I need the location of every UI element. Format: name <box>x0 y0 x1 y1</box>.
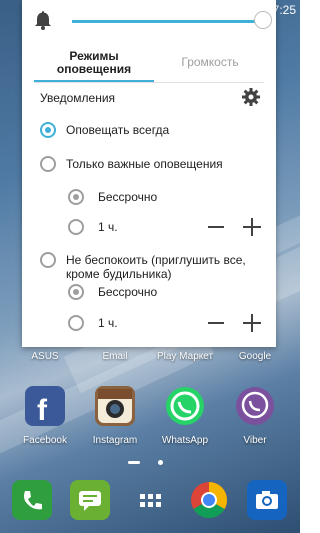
home-app-label-play[interactable]: Play Маркет <box>150 351 220 362</box>
sound-mode-panel: Режимы оповещения Громкость Уведомления … <box>22 0 276 347</box>
option-always-notify[interactable]: Оповещать всегда <box>66 123 169 137</box>
radio-priority-1h[interactable] <box>68 219 84 235</box>
camera-icon[interactable] <box>247 480 287 520</box>
option-priority-1h[interactable]: 1 ч. <box>98 220 118 234</box>
radio-priority-indefinitely[interactable] <box>68 189 84 205</box>
facebook-icon[interactable]: f <box>25 386 65 427</box>
volume-slider-track[interactable] <box>72 20 262 23</box>
priority-increase-button[interactable] <box>243 218 261 236</box>
chrome-icon[interactable] <box>189 480 229 520</box>
dnd-decrease-button[interactable] <box>208 322 224 324</box>
messages-icon[interactable] <box>70 480 110 520</box>
page-indicator-dot <box>158 460 163 465</box>
svg-text:f: f <box>37 394 48 426</box>
priority-decrease-button[interactable] <box>208 226 224 228</box>
home-app-label-email[interactable]: Email <box>80 351 150 362</box>
radio-always-notify[interactable] <box>40 122 56 138</box>
tab-bar: Режимы оповещения Громкость <box>34 50 264 80</box>
app-drawer-icon[interactable] <box>130 480 170 520</box>
option-priority-indefinitely[interactable]: Бессрочно <box>98 190 157 204</box>
radio-dnd-indefinitely[interactable] <box>68 284 84 300</box>
home-app-label-google[interactable]: Google <box>220 351 290 362</box>
tab-notification-modes[interactable]: Режимы оповещения <box>34 50 154 80</box>
option-priority-only[interactable]: Только важные оповещения <box>66 157 223 171</box>
home-app-label-asus[interactable]: ASUS <box>10 351 80 362</box>
dnd-increase-button[interactable] <box>243 314 261 332</box>
instagram-icon[interactable] <box>95 386 135 426</box>
tab-divider <box>34 82 264 83</box>
page-indicator-active <box>128 461 140 464</box>
radio-priority-only[interactable] <box>40 156 56 172</box>
bell-icon <box>35 11 51 30</box>
notifications-title: Уведомления <box>40 91 116 105</box>
whatsapp-icon[interactable] <box>165 386 205 426</box>
app-label-viber[interactable]: Viber <box>220 435 290 446</box>
volume-row <box>22 0 276 42</box>
viber-icon[interactable] <box>235 386 275 426</box>
option-dnd-1h[interactable]: 1 ч. <box>98 316 118 330</box>
option-do-not-disturb[interactable]: Не беспокоить (приглушить все, кроме буд… <box>66 253 256 281</box>
radio-do-not-disturb[interactable] <box>40 252 56 268</box>
gear-icon[interactable] <box>242 88 260 106</box>
status-clock: 7:25 <box>272 3 296 17</box>
radio-dnd-1h[interactable] <box>68 315 84 331</box>
volume-slider-thumb[interactable] <box>254 11 272 29</box>
option-dnd-indefinitely[interactable]: Бессрочно <box>98 285 157 299</box>
app-label-instagram[interactable]: Instagram <box>80 435 150 446</box>
app-label-whatsapp[interactable]: WhatsApp <box>150 435 220 446</box>
app-label-facebook[interactable]: Facebook <box>10 435 80 446</box>
phone-icon[interactable] <box>12 480 52 520</box>
